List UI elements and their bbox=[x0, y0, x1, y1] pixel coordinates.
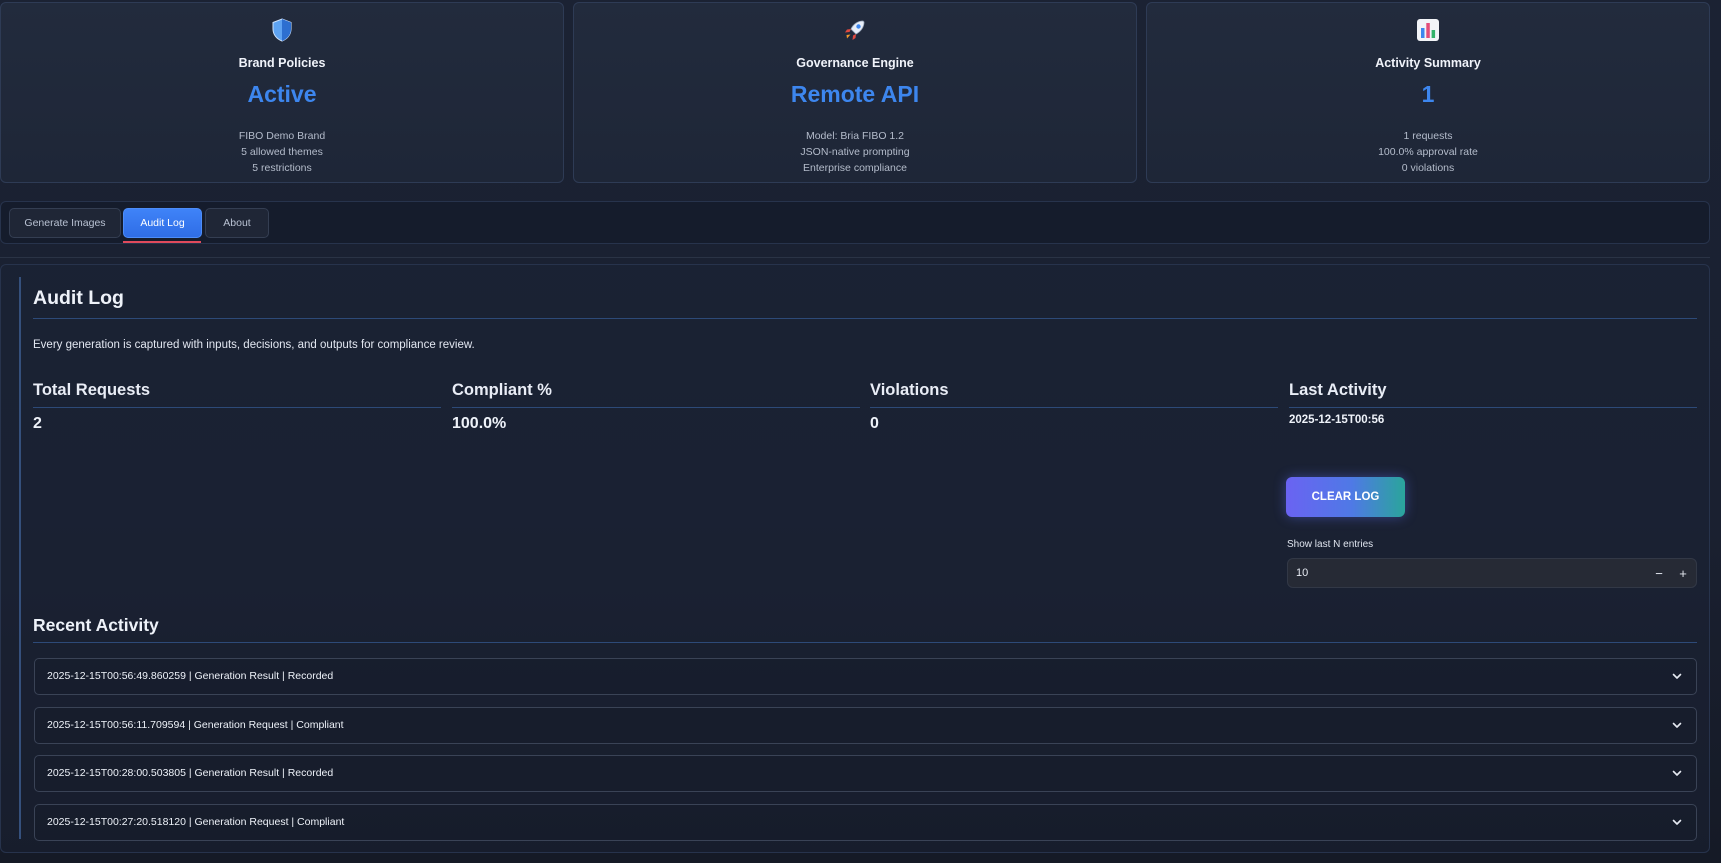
recent-activity-heading: Recent Activity bbox=[33, 615, 159, 635]
activity-entry-text: 2025-12-15T00:56:49.860259 | Generation … bbox=[47, 670, 334, 682]
clear-log-button[interactable]: CLEAR LOG bbox=[1286, 477, 1405, 517]
metric-rule bbox=[870, 407, 1278, 408]
divider bbox=[0, 257, 1710, 258]
activity-entry[interactable]: 2025-12-15T00:28:00.503805 | Generation … bbox=[34, 755, 1697, 792]
card-title: Brand Policies bbox=[238, 56, 326, 70]
entries-count-value[interactable]: 10 bbox=[1296, 567, 1308, 579]
active-tab-indicator bbox=[123, 241, 201, 243]
tab-bar: Generate Images Audit Log About bbox=[0, 201, 1710, 244]
metric-violations-value: 0 bbox=[870, 415, 879, 432]
card-detail-line: FIBO Demo Brand bbox=[238, 130, 326, 142]
chevron-down-icon bbox=[1672, 722, 1682, 728]
metric-rule bbox=[452, 407, 860, 408]
card-detail-line: 5 restrictions bbox=[252, 162, 312, 174]
card-detail-line: 1 requests bbox=[1403, 130, 1453, 142]
card-details: FIBO Demo Brand 5 allowed themes 5 restr… bbox=[1, 128, 563, 176]
card-value: Active bbox=[247, 81, 317, 107]
metric-rule bbox=[1289, 407, 1697, 408]
decrement-button[interactable]: − bbox=[1650, 564, 1668, 584]
metric-violations-label: Violations bbox=[870, 381, 949, 399]
card-value: Remote API bbox=[790, 81, 920, 107]
panel-accent-bar bbox=[19, 277, 21, 839]
heading-rule bbox=[33, 642, 1697, 643]
card-title: Governance Engine bbox=[796, 56, 914, 70]
card-details: Model: Bria FIBO 1.2 JSON-native prompti… bbox=[574, 128, 1136, 176]
chevron-down-icon bbox=[1672, 819, 1682, 825]
increment-button[interactable]: + bbox=[1674, 564, 1692, 584]
chevron-down-icon bbox=[1672, 770, 1682, 776]
card-detail-line: 100.0% approval rate bbox=[1378, 146, 1478, 158]
activity-entry-text: 2025-12-15T00:28:00.503805 | Generation … bbox=[47, 767, 334, 779]
metric-rule bbox=[33, 407, 441, 408]
activity-summary-card: Activity Summary 1 1 requests 100.0% app… bbox=[1146, 2, 1710, 183]
card-detail-line: 0 violations bbox=[1401, 162, 1455, 174]
audit-log-heading: Audit Log bbox=[33, 287, 124, 309]
card-detail-line: JSON-native prompting bbox=[800, 146, 910, 158]
shield-icon bbox=[272, 18, 292, 42]
audit-log-panel: Audit Log Every generation is captured w… bbox=[0, 264, 1710, 853]
heading-rule bbox=[33, 318, 1697, 319]
metric-compliant-label: Compliant % bbox=[452, 381, 552, 399]
tab-generate-images[interactable]: Generate Images bbox=[9, 208, 121, 238]
rocket-icon bbox=[845, 20, 865, 40]
activity-entry[interactable]: 2025-12-15T00:27:20.518120 | Generation … bbox=[34, 804, 1697, 841]
tab-audit-log[interactable]: Audit Log bbox=[123, 208, 202, 238]
metric-compliant-value: 100.0% bbox=[452, 415, 507, 432]
entries-count-label: Show last N entries bbox=[1287, 539, 1374, 550]
activity-entry-text: 2025-12-15T00:56:11.709594 | Generation … bbox=[47, 719, 344, 731]
tab-about[interactable]: About bbox=[205, 208, 269, 238]
activity-entry[interactable]: 2025-12-15T00:56:11.709594 | Generation … bbox=[34, 707, 1697, 744]
bar-chart-icon bbox=[1417, 19, 1439, 41]
metric-total-requests-label: Total Requests bbox=[33, 381, 151, 399]
audit-log-description: Every generation is captured with inputs… bbox=[33, 339, 475, 351]
card-detail-line: Enterprise compliance bbox=[803, 162, 907, 174]
card-value: 1 bbox=[1421, 81, 1435, 107]
chevron-down-icon bbox=[1672, 673, 1682, 679]
card-details: 1 requests 100.0% approval rate 0 violat… bbox=[1147, 128, 1709, 176]
metric-last-activity-label: Last Activity bbox=[1289, 381, 1387, 399]
activity-entry-text: 2025-12-15T00:27:20.518120 | Generation … bbox=[47, 816, 345, 828]
card-detail-line: Model: Bria FIBO 1.2 bbox=[805, 130, 905, 142]
status-cards: Brand Policies Active FIBO Demo Brand 5 … bbox=[0, 2, 1710, 183]
metric-total-requests-value: 2 bbox=[33, 415, 42, 432]
brand-policies-card: Brand Policies Active FIBO Demo Brand 5 … bbox=[0, 2, 564, 183]
card-title: Activity Summary bbox=[1375, 56, 1481, 70]
activity-entry[interactable]: 2025-12-15T00:56:49.860259 | Generation … bbox=[34, 658, 1697, 695]
card-detail-line: 5 allowed themes bbox=[241, 146, 323, 158]
entries-count-stepper[interactable]: 10 − + bbox=[1287, 558, 1697, 588]
metric-last-activity-value: 2025-12-15T00:56 bbox=[1289, 414, 1385, 426]
governance-engine-card: Governance Engine Remote API Model: Bria… bbox=[573, 2, 1137, 183]
